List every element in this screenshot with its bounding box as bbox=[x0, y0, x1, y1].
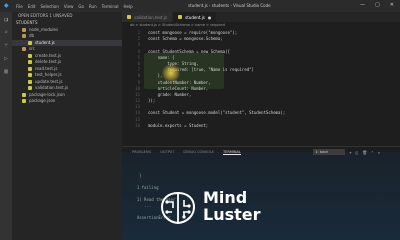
run-debug-icon[interactable]: ▷ bbox=[4, 56, 8, 62]
explorer-sidebar: OPEN EDITORS 1 UNSAVED STUDENTS node_modu… bbox=[12, 12, 122, 240]
tab-output[interactable]: OUTPUT bbox=[160, 150, 174, 154]
file-icon bbox=[22, 34, 26, 39]
close-panel-icon[interactable]: ✕ bbox=[378, 150, 380, 155]
unsaved-dot-icon[interactable]: ● bbox=[208, 15, 212, 20]
menu-edit[interactable]: Edit bbox=[28, 4, 36, 9]
menu-run[interactable]: Run bbox=[89, 4, 97, 9]
brand-logo-text: Mind Luster bbox=[203, 189, 261, 223]
titlebar: ◆ File Edit Selection View Go Run Termin… bbox=[0, 0, 400, 12]
maximize-icon[interactable]: ▢ bbox=[375, 2, 380, 8]
file-icon bbox=[22, 27, 26, 32]
activity-bar: ❏ ⌕ ⑂ ▷ ▦ bbox=[0, 12, 12, 240]
line-number: 16 bbox=[135, 122, 140, 128]
tree-item-label: db bbox=[29, 33, 35, 38]
file-icon bbox=[28, 79, 32, 84]
tab-problems[interactable]: PROBLEMS bbox=[132, 150, 151, 154]
trash-icon[interactable]: 🗑 bbox=[362, 150, 367, 155]
close-icon[interactable]: ✕ bbox=[390, 2, 394, 8]
explorer-icon[interactable]: ❏ bbox=[4, 17, 8, 23]
tab-validation-test[interactable]: validation.test.js bbox=[122, 12, 174, 22]
panel-actions: 1: bash + ◫ 🗑 ⌃ ✕ bbox=[313, 149, 380, 155]
menu-help[interactable]: Help bbox=[124, 4, 133, 9]
code-text: }); bbox=[148, 98, 156, 104]
file-icon bbox=[22, 99, 26, 104]
breadcrumb[interactable]: db > student.js > StudentSchema > name >… bbox=[122, 22, 400, 28]
brand-line-1: Mind bbox=[203, 188, 248, 207]
editor-area: validation.test.js student.js ● db > stu… bbox=[122, 12, 400, 152]
search-icon[interactable]: ⌕ bbox=[4, 30, 8, 36]
tree-item-label: package.json bbox=[29, 98, 56, 103]
menu-selection[interactable]: Selection bbox=[40, 4, 58, 9]
menu-terminal[interactable]: Terminal bbox=[102, 4, 119, 9]
minimize-icon[interactable]: — bbox=[360, 2, 365, 8]
menu-view[interactable]: View bbox=[64, 4, 74, 9]
open-editors-header[interactable]: OPEN EDITORS 1 UNSAVED bbox=[12, 12, 122, 20]
editor-tabs: validation.test.js student.js ● bbox=[122, 12, 400, 22]
tab-debug-console[interactable]: DEBUG CONSOLE bbox=[183, 150, 214, 154]
tree-item-label: src bbox=[29, 46, 35, 51]
menu-file[interactable]: File bbox=[16, 4, 23, 9]
file-icon bbox=[28, 53, 32, 58]
split-terminal-icon[interactable]: ◫ bbox=[356, 150, 358, 155]
brain-logo-icon bbox=[160, 191, 196, 225]
extensions-icon[interactable]: ▦ bbox=[4, 69, 8, 75]
tab-student-js[interactable]: student.js ● bbox=[173, 12, 218, 22]
maximize-panel-icon[interactable]: ⌃ bbox=[371, 150, 373, 155]
file-tree: STUDENTS node_modules db student.js src creat… bbox=[12, 20, 122, 105]
vscode-window: ◆ File Edit Selection View Go Run Termin… bbox=[0, 0, 400, 240]
mouse-cursor-highlight bbox=[162, 64, 180, 82]
code-text: const Schema = mongoose.Schema; bbox=[148, 36, 223, 42]
menu-go[interactable]: Go bbox=[78, 4, 84, 9]
js-file-icon bbox=[127, 15, 131, 19]
brand-line-2: Luster bbox=[203, 205, 261, 224]
menu-bar: File Edit Selection View Go Run Terminal… bbox=[16, 4, 133, 9]
js-file-icon bbox=[178, 15, 183, 19]
code-text: const Student = mongoose.model("student"… bbox=[148, 110, 286, 116]
code-editor[interactable]: 1 const mongoose = require("mongoose"); 2 c… bbox=[122, 30, 400, 129]
tab-terminal[interactable]: TERMINAL bbox=[223, 150, 241, 155]
tab-label: student.js bbox=[185, 14, 205, 20]
tab-label: validation.test.js bbox=[134, 14, 168, 20]
file-icon bbox=[28, 40, 32, 45]
file-icon bbox=[28, 60, 32, 65]
file-icon bbox=[22, 47, 26, 52]
add-terminal-icon[interactable]: + bbox=[349, 150, 351, 155]
vscode-logo-icon: ◆ bbox=[4, 2, 9, 9]
window-controls: — ▢ ✕ bbox=[360, 2, 394, 8]
tree-item-label: student.js bbox=[35, 39, 55, 45]
code-line: 16 module.exports = Student; bbox=[122, 123, 400, 129]
terminal-select[interactable]: 1: bash bbox=[313, 149, 346, 155]
file-icon bbox=[22, 92, 26, 97]
code-text: module.exports = Student; bbox=[148, 122, 209, 128]
file-icon bbox=[28, 73, 32, 78]
source-control-icon[interactable]: ⑂ bbox=[4, 43, 8, 49]
file-icon bbox=[28, 66, 32, 71]
window-title: student.js - students - Visual Studio Co… bbox=[188, 3, 271, 8]
file-icon bbox=[28, 86, 32, 91]
tree-item[interactable]: package.json bbox=[12, 98, 122, 105]
